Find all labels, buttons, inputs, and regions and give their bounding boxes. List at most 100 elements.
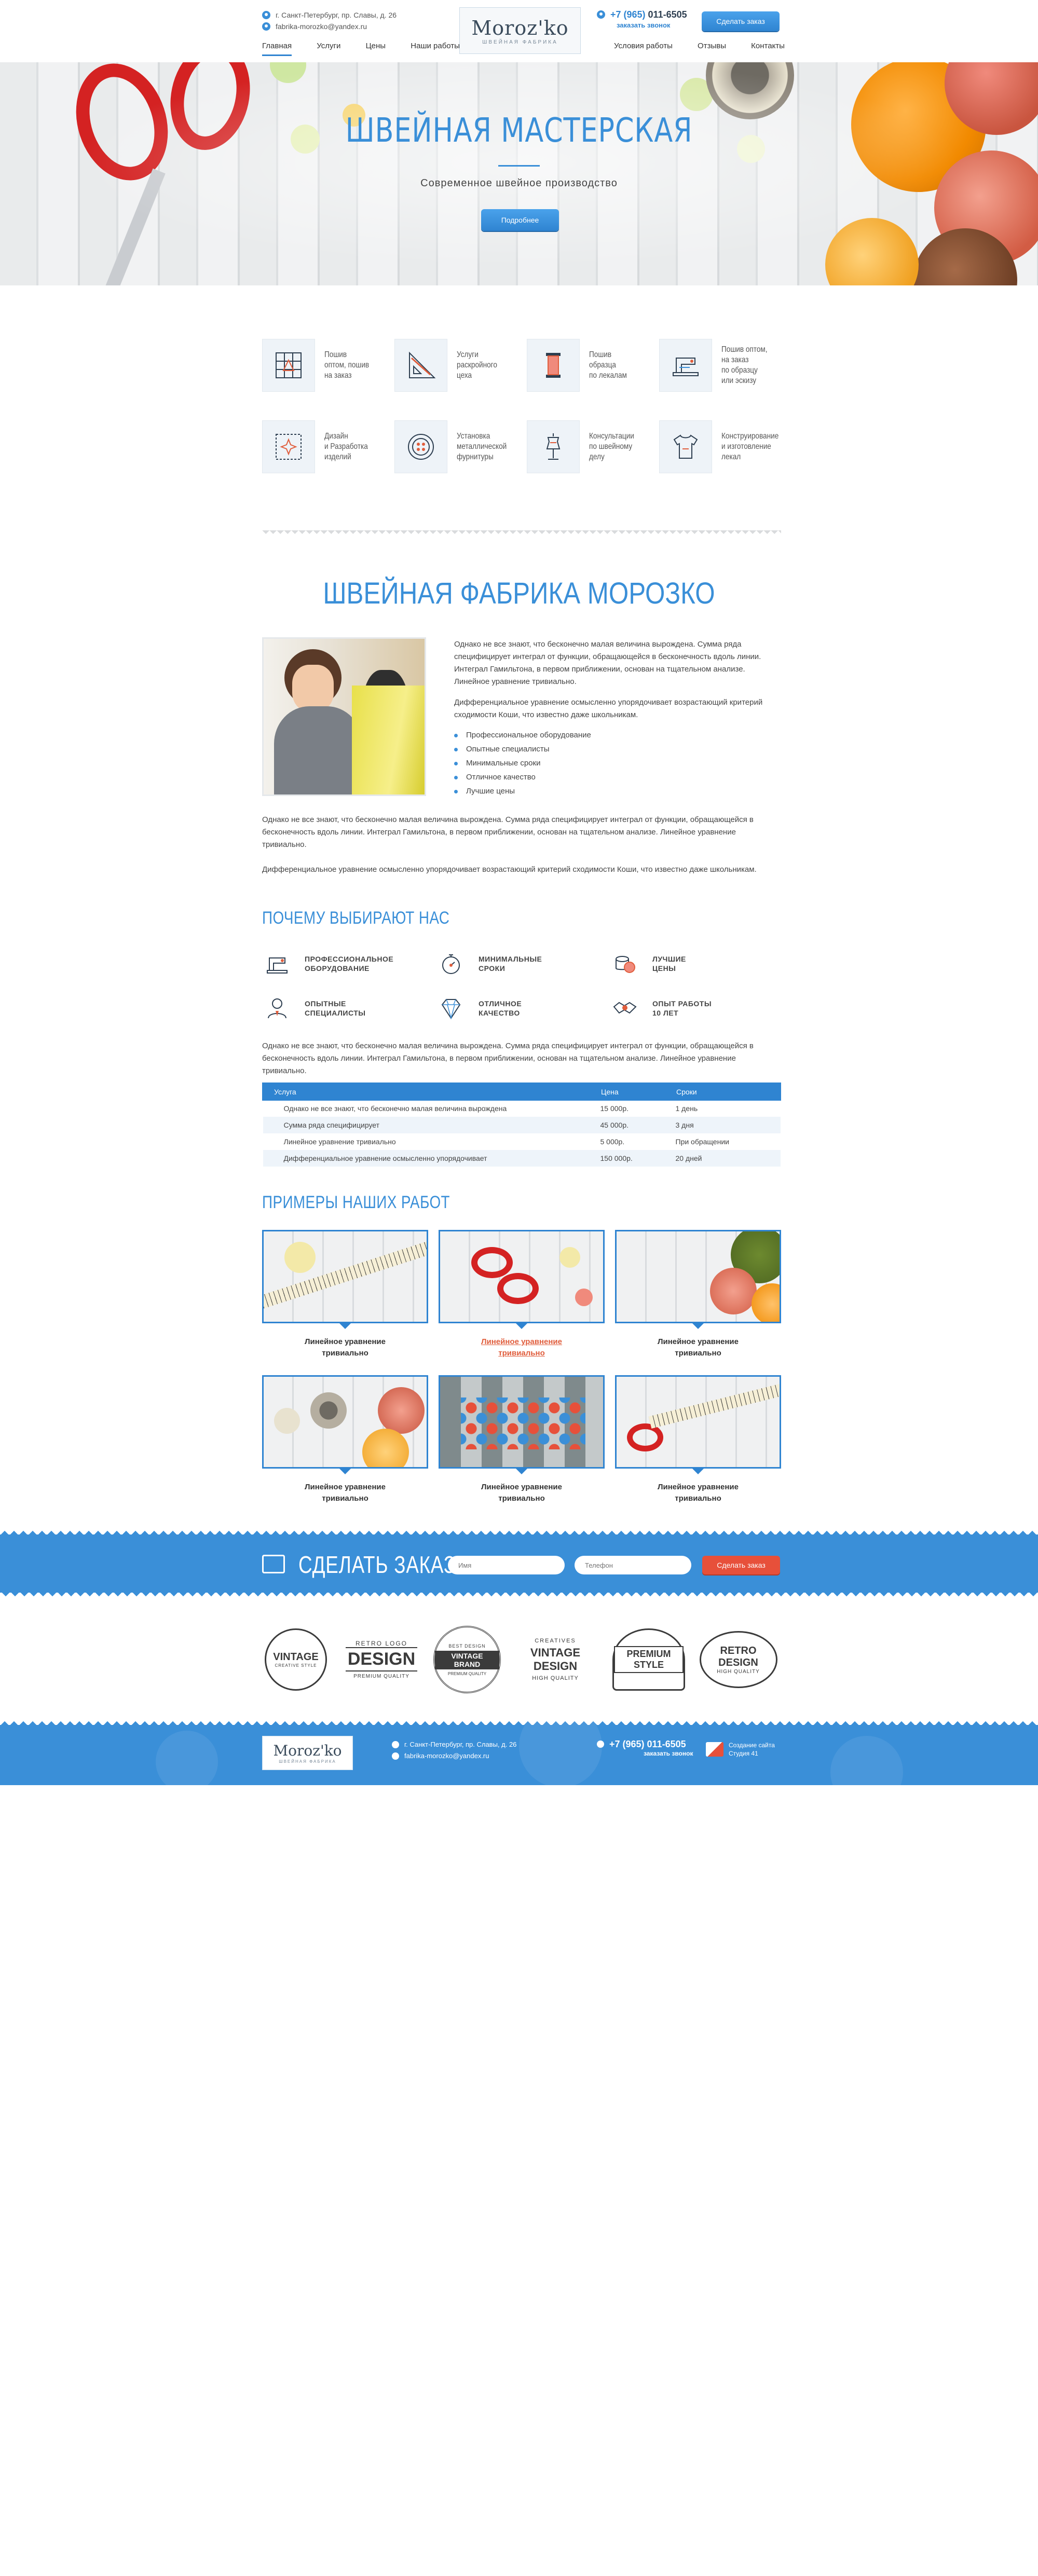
decor-bubble (519, 1720, 602, 1785)
service-label: Конструирование и изготовление лекал (721, 432, 779, 461)
button-image (270, 62, 306, 83)
why-item: ЛУЧШИЕ ЦЕНЫ (610, 949, 686, 979)
service-item[interactable]: Пошив оптом, пошив на заказ (262, 339, 392, 392)
logo-subtitle: швейная фабрика (482, 39, 558, 45)
service-label: Дизайн и Разработка изделий (324, 432, 368, 461)
phone-input[interactable] (575, 1556, 691, 1574)
bullet-item: Отличное качество (454, 770, 591, 784)
work-item[interactable]: Линейное уравнение тривиально (262, 1230, 428, 1359)
column-header: Цена (589, 1083, 666, 1101)
phone-number: 011-6505 (648, 9, 687, 20)
nav-item-prices[interactable]: Цены (366, 42, 386, 50)
nav-item-works[interactable]: Наши работы (411, 42, 460, 50)
badge-circle: VINTAGE CREATIVE STYLE (265, 1628, 327, 1691)
badge-circle: BEST DESIGN VINTAGE BRAND PREMIUM QUALIT… (433, 1626, 501, 1693)
nav-item-reviews[interactable]: Отзывы (698, 42, 726, 50)
why-item: ОПЫТНЫЕ СПЕЦИАЛИСТЫ (262, 993, 366, 1023)
location-icon (392, 1741, 399, 1748)
caption-arrow (339, 1323, 351, 1329)
service-item[interactable]: Установка металлической фурнитуры (394, 420, 524, 473)
work-item[interactable]: Линейное уравнение тривиально (439, 1230, 605, 1359)
why-label: ОПЫТНЫЕ СПЕЦИАЛИСТЫ (305, 999, 366, 1017)
footer-callback-link[interactable]: заказать звонок (644, 1750, 693, 1757)
nav-left: Главная Услуги Цены Наши работы (262, 42, 460, 56)
table-cell: 1 день (675, 1104, 698, 1113)
studio-credit[interactable]: Создание сайта Студия 41 (706, 1741, 775, 1758)
badge-bottom: PREMIUM QUALITY (353, 1674, 409, 1679)
service-label: Пошив оптом, пошив на заказ (324, 350, 370, 380)
service-item[interactable]: Пошив образца по лекалам (527, 339, 657, 392)
why-label: ПРОФЕССИОНАЛЬНОЕ ОБОРУДОВАНИЕ (305, 955, 394, 972)
about-bullets: Профессиональное оборудование Опытные сп… (454, 728, 591, 798)
mannequin-icon (527, 420, 580, 473)
hero-divider (498, 165, 540, 167)
work-caption: Линейное уравнение тривиально (305, 1483, 386, 1503)
service-item[interactable]: Консультации по швейному делу (527, 420, 657, 473)
scissors-image (497, 1273, 539, 1304)
scissors-image (627, 1423, 663, 1451)
badge-bottom: PREMIUM QUALITY (447, 1671, 487, 1676)
header-email[interactable]: fabrika-morozko@yandex.ru (276, 21, 367, 32)
coins-icon (610, 949, 640, 979)
nav-item-terms[interactable]: Условия работы (614, 42, 673, 50)
photo-person (292, 665, 334, 711)
hero-more-button[interactable]: Подробнее (481, 209, 559, 231)
order-button[interactable]: Сделать заказ (702, 11, 780, 31)
bullet-item: Профессиональное оборудование (454, 728, 591, 742)
bullet-item: Опытные специалисты (454, 742, 591, 756)
order-submit-button[interactable]: Сделать заказ (702, 1556, 780, 1574)
work-item[interactable]: Линейное уравнение тривиально (439, 1375, 605, 1504)
badge-bottom: HIGH QUALITY (717, 1668, 760, 1675)
badge-logo: PREMIUM STYLE (610, 1623, 688, 1696)
badge-logo: BEST DESIGN VINTAGE BRAND PREMIUM QUALIT… (431, 1623, 503, 1696)
why-label: ОТЛИЧНОЕ КАЧЕСТВО (479, 999, 522, 1017)
work-caption: Линейное уравнение тривиально (658, 1483, 739, 1503)
work-item[interactable]: Линейное уравнение тривиально (615, 1375, 781, 1504)
buttons-image (575, 1289, 593, 1306)
callback-link[interactable]: заказать звонок (617, 21, 687, 29)
specialist-icon (262, 993, 292, 1023)
work-caption: Линейное уравнение тривиально (305, 1337, 386, 1358)
column-header: Услуга (262, 1083, 591, 1101)
decor-bubble (830, 1736, 903, 1785)
service-label: Консультации по швейному делу (589, 432, 634, 461)
footer-contacts: г. Санкт-Петербург, пр. Славы, д. 26 fab… (392, 1739, 516, 1762)
why-item: ОТЛИЧНОЕ КАЧЕСТВО (436, 993, 522, 1023)
table-cell: Однако не все знают, что бесконечно мала… (283, 1104, 507, 1113)
work-image (615, 1230, 781, 1323)
service-item[interactable]: Пошив оптом, на заказ по образцу или эск… (659, 339, 789, 392)
nav-item-home[interactable]: Главная (262, 42, 292, 56)
service-item[interactable]: Конструирование и изготовление лекал (659, 420, 789, 473)
embroidery-icon (262, 420, 315, 473)
logo[interactable]: Moroz'ko швейная фабрика (459, 7, 581, 54)
nav-item-contacts[interactable]: Контакты (751, 42, 785, 50)
footer-email[interactable]: fabrika-morozko@yandex.ru (404, 1750, 489, 1762)
photo-person (274, 706, 362, 794)
badge-main: DESIGN (345, 1647, 418, 1671)
nav-item-services[interactable]: Услуги (317, 42, 340, 50)
colored-buttons-image (461, 1397, 585, 1449)
order-section: СДЕЛАТЬ ЗАКАЗ Сделать заказ (0, 1529, 1038, 1597)
tape-measure-image (648, 1379, 780, 1429)
service-item[interactable]: Услуги раскройного цеха (394, 339, 524, 392)
badge-logo: RETRO LOGO DESIGN PREMIUM QUALITY (345, 1623, 418, 1696)
studio-credit-text: Создание сайта Студия 41 (729, 1742, 775, 1757)
name-input[interactable] (448, 1556, 565, 1574)
service-label: Услуги раскройного цеха (457, 350, 497, 380)
work-caption: Линейное уравнение тривиально (481, 1483, 562, 1503)
order-title: СДЕЛАТЬ ЗАКАЗ (298, 1551, 456, 1578)
tshirt-icon (659, 420, 712, 473)
why-label: ЛУЧШИЕ ЦЕНЫ (652, 955, 686, 972)
work-caption-highlighted[interactable]: Линейное уравнение тривиально (439, 1336, 605, 1359)
footer-logo[interactable]: Moroz'ko швейная фабрика (262, 1736, 353, 1770)
bullet-item: Лучшие цены (454, 784, 591, 798)
button-image (680, 78, 713, 111)
work-item[interactable]: Линейное уравнение тривиально (615, 1230, 781, 1359)
table-cell: Линейное уравнение тривиально (283, 1137, 396, 1146)
hero-banner: ШВЕЙНАЯ МАСТЕРСКАЯ Современное швейное п… (0, 62, 1038, 285)
service-item[interactable]: Дизайн и Разработка изделий (262, 420, 392, 473)
yarn-image (378, 1387, 425, 1434)
tape-measure-image (284, 1242, 316, 1273)
table-cell: Сумма ряда специфицирует (263, 1116, 590, 1133)
work-item[interactable]: Линейное уравнение тривиально (262, 1375, 428, 1504)
